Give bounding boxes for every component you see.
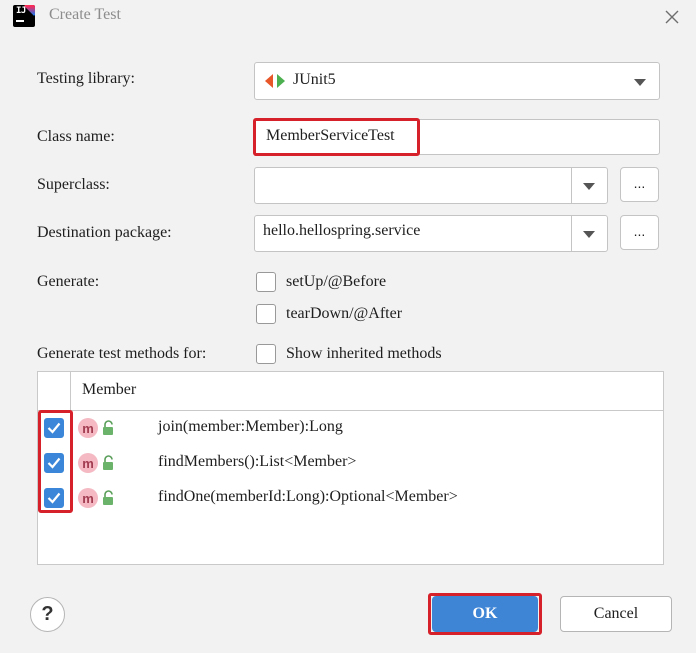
method-signature: findOne(memberId:Long):Optional<Member> [158, 488, 458, 505]
destination-package-combo[interactable]: hello.hellospring.service [254, 215, 608, 252]
generate-label: Generate: [37, 273, 100, 290]
destination-package-browse-button[interactable]: ... [620, 215, 659, 250]
testing-library-label: Testing library: [37, 70, 135, 87]
method-icon: m [78, 453, 98, 473]
setup-checkbox-label: setUp/@Before [286, 273, 387, 290]
method-signature: join(member:Member):Long [158, 418, 343, 435]
table-row[interactable]: m findMembers():List<Member> [38, 446, 663, 481]
public-lock-icon [103, 420, 113, 435]
check-icon [47, 492, 61, 504]
setup-checkbox[interactable] [256, 272, 276, 292]
testing-library-select[interactable]: JUnit5 [254, 62, 660, 100]
junit-icon [265, 74, 285, 88]
class-name-label: Class name: [37, 128, 115, 145]
generate-methods-label: Generate test methods for: [37, 345, 207, 362]
superclass-combo[interactable] [254, 167, 608, 204]
superclass-label: Superclass: [37, 176, 110, 193]
testing-library-value: JUnit5 [293, 71, 336, 88]
show-inherited-checkbox[interactable] [256, 344, 276, 364]
check-icon [47, 457, 61, 469]
member-column-header[interactable]: Member [82, 381, 136, 399]
method-icon: m [78, 418, 98, 438]
check-icon [47, 422, 61, 434]
members-table: Member m join(member:Member):Long m find… [37, 371, 664, 565]
table-row[interactable]: m join(member:Member):Long [38, 411, 663, 446]
method-signature: findMembers():List<Member> [158, 453, 357, 470]
superclass-browse-button[interactable]: ... [620, 167, 659, 202]
row-checkbox[interactable] [44, 453, 64, 473]
ok-button[interactable]: OK [432, 596, 538, 632]
chevron-down-icon [583, 183, 595, 190]
close-button[interactable] [655, 0, 689, 34]
teardown-checkbox[interactable] [256, 304, 276, 324]
chevron-down-icon [583, 231, 595, 238]
table-row[interactable]: m findOne(memberId:Long):Optional<Member… [38, 481, 663, 516]
row-checkbox[interactable] [44, 488, 64, 508]
public-lock-icon [103, 455, 113, 470]
table-header: Member [38, 372, 663, 411]
dialog-title: Create Test [49, 6, 121, 23]
help-button[interactable]: ? [30, 597, 65, 632]
row-checkbox[interactable] [44, 418, 64, 438]
cancel-button[interactable]: Cancel [560, 596, 672, 632]
title-bar: IJ Create Test [0, 0, 696, 34]
class-name-value: MemberServiceTest [266, 127, 395, 144]
close-icon [665, 10, 679, 24]
chevron-down-icon [634, 79, 646, 86]
method-icon: m [78, 488, 98, 508]
public-lock-icon [103, 490, 113, 505]
destination-package-label: Destination package: [37, 224, 172, 241]
show-inherited-label: Show inherited methods [286, 345, 442, 362]
intellij-app-icon: IJ [13, 5, 35, 27]
class-name-input[interactable]: MemberServiceTest [254, 119, 660, 155]
destination-package-value: hello.hellospring.service [263, 222, 421, 239]
teardown-checkbox-label: tearDown/@After [286, 305, 403, 322]
